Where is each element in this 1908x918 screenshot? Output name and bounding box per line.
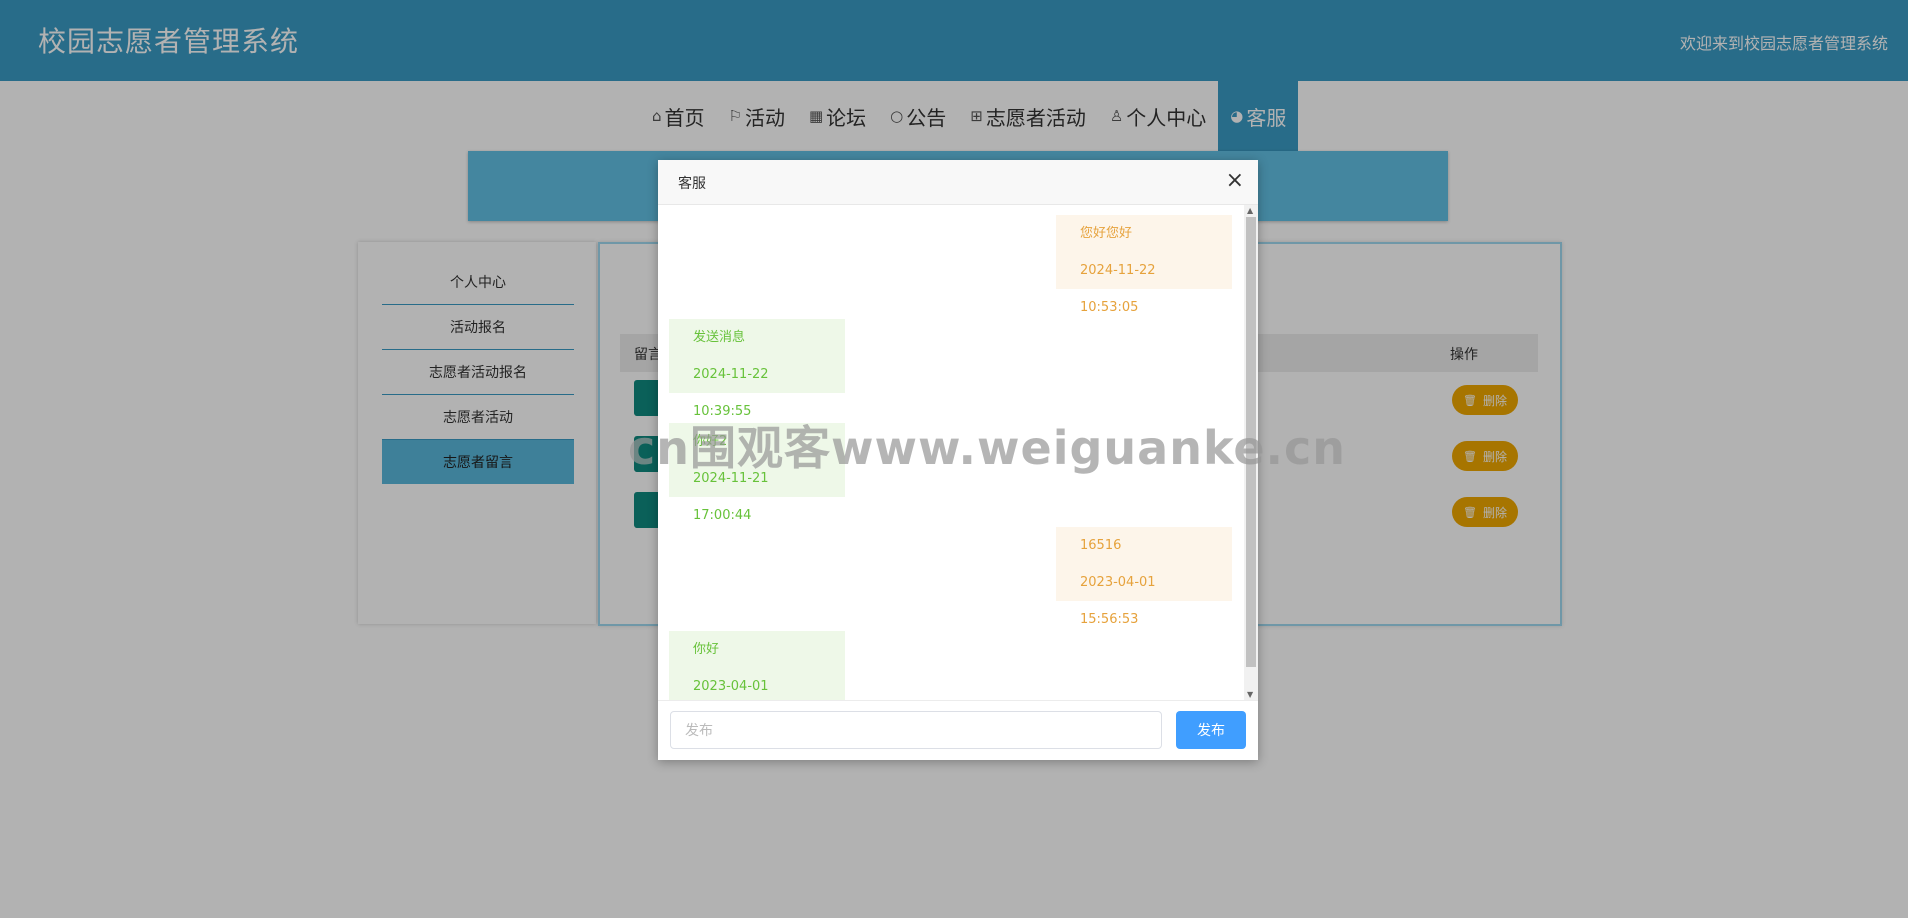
message-input[interactable] — [670, 711, 1162, 749]
message-bubble-user: 发送消息 2024-11-22 10:39:55 — [669, 319, 845, 419]
message-time: 2024-11-22 10:39:55 — [693, 367, 769, 419]
message-time: 2023-04-01 15:52:09 — [693, 679, 769, 694]
message-text: 您好您好 — [1080, 226, 1133, 241]
message-text: 16516 — [1080, 538, 1122, 553]
message-bubble-reply: 您好您好 2024-11-22 10:53:05 — [1056, 215, 1232, 315]
message-text: 发送消息 — [693, 330, 746, 345]
close-icon[interactable]: × — [1226, 169, 1244, 193]
scroll-down-icon[interactable]: ▼ — [1247, 690, 1253, 699]
scroll-up-icon[interactable]: ▲ — [1247, 206, 1253, 215]
message-time: 2023-04-01 15:56:53 — [1080, 575, 1156, 627]
dialog-header: 客服 × — [658, 160, 1258, 205]
send-button[interactable]: 发布 — [1176, 711, 1246, 749]
message-text: 你好 — [693, 642, 720, 657]
dialog-title: 客服 — [678, 176, 706, 192]
message-bubble-reply: 16516 2023-04-01 15:56:53 — [1056, 527, 1232, 627]
message-bubble-user: 你好 2023-04-01 15:52:09 — [669, 631, 845, 700]
dialog-footer: 发布 — [658, 700, 1258, 761]
message-time: 2024-11-22 10:53:05 — [1080, 263, 1156, 315]
watermark: cn围观客www.weiguanke.cn — [628, 421, 1347, 475]
